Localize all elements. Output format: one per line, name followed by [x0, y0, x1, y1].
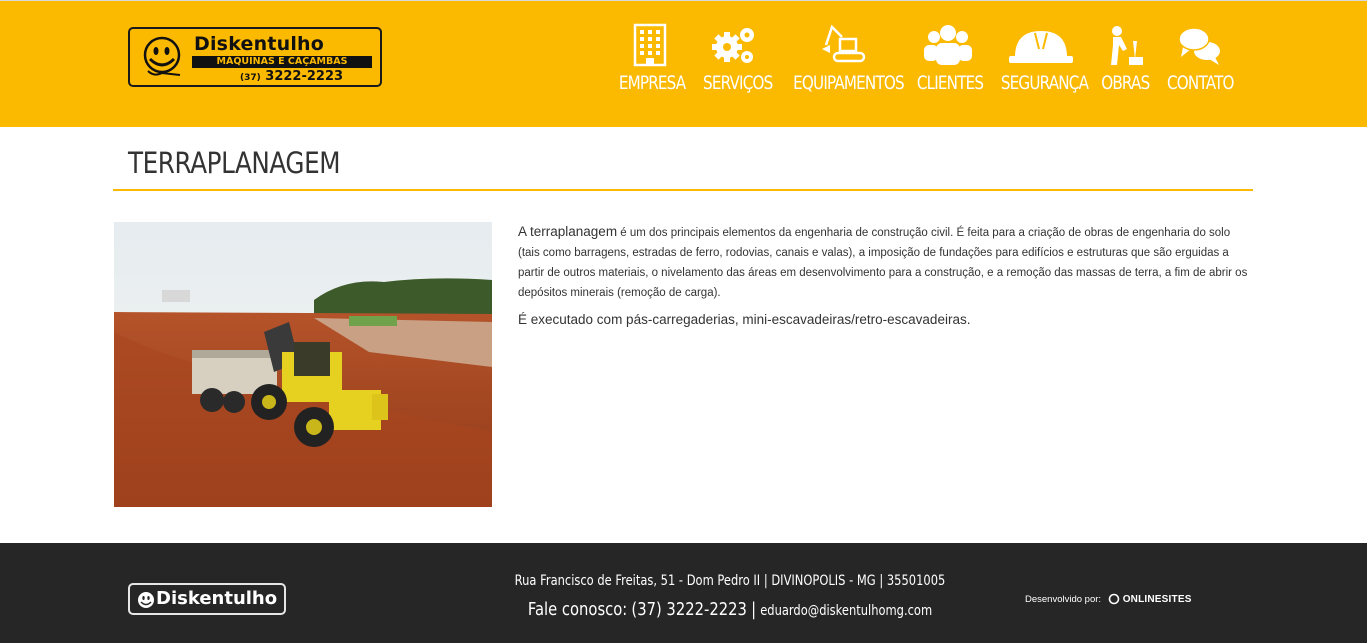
logo-phone-area: (37): [240, 73, 261, 83]
worker-icon: [1111, 26, 1143, 65]
logo-phone: (37) 3222-2223: [240, 69, 343, 84]
logo-tagline: MÁQUINAS E CAÇAMBAS: [192, 56, 372, 68]
site-header: Diskentulho MÁQUINAS E CAÇAMBAS (37) 322…: [0, 0, 1367, 127]
nav-item-contato[interactable]: CONTATO: [1160, 23, 1238, 103]
nav-item-clientes[interactable]: CLIENTES: [910, 23, 986, 103]
nav-item-empresa[interactable]: EMPRESA: [612, 23, 688, 103]
footer-address: Rua Francisco de Freitas, 51 - Dom Pedro…: [514, 573, 946, 589]
nav-label-obras: OBRAS: [1101, 73, 1150, 94]
nav-label-empresa: EMPRESA: [618, 73, 686, 94]
chat-icon: [1178, 27, 1220, 65]
paragraph-equipment: É executado com pás-carregaderias, mini-…: [518, 312, 971, 327]
footer-email-link[interactable]: eduardo@diskentulhomg.com: [760, 603, 932, 619]
footer-contact-label: Fale conosco:: [527, 599, 628, 620]
nav-item-seguranca[interactable]: SEGURANÇA: [992, 23, 1090, 103]
smiley-mascot-icon: [143, 36, 181, 76]
developed-by-label: Desenvolvido por:: [1025, 594, 1102, 605]
nav-label-servicos: SERVIÇOS: [703, 73, 773, 94]
paragraph-intro-text: é um dos principais elementos da engenha…: [518, 227, 1248, 299]
developer-credit[interactable]: Desenvolvido por: ONLINESITES: [1025, 593, 1192, 605]
nav-item-equipamentos[interactable]: EQUIPAMENTOS: [782, 23, 906, 103]
logo-brand-name: Diskentulho: [194, 33, 325, 55]
page-title: TERRAPLANAGEM: [128, 146, 341, 180]
title-divider: [113, 189, 1253, 191]
paragraph-intro: A terraplanagem é um dos principais elem…: [518, 222, 1254, 303]
nav-label-clientes: CLIENTES: [916, 73, 984, 94]
nav-label-equipamentos: EQUIPAMENTOS: [793, 73, 905, 94]
nav-item-obras[interactable]: OBRAS: [1096, 23, 1154, 103]
paragraph-intro-lead: A terraplanagem: [518, 224, 618, 239]
site-logo[interactable]: Diskentulho MÁQUINAS E CAÇAMBAS (37) 322…: [128, 27, 382, 87]
logo-phone-number: 3222-2223: [265, 69, 344, 84]
nav-item-servicos[interactable]: SERVIÇOS: [696, 23, 774, 103]
users-icon: [924, 25, 972, 65]
terraplanagem-photo: [114, 222, 492, 507]
onlinesites-logo-icon: [1108, 593, 1119, 605]
footer-phone[interactable]: (37) 3222-2223: [631, 599, 746, 620]
site-footer: Diskentulho Rua Francisco de Freitas, 51…: [0, 543, 1367, 643]
footer-logo-text: Diskentulho: [156, 588, 278, 609]
nav-label-contato: CONTATO: [1167, 73, 1234, 94]
building-icon: [633, 23, 667, 67]
footer-logo[interactable]: Diskentulho: [128, 583, 286, 615]
footer-contact: Fale conosco: (37) 3222-2223 | eduardo@d…: [484, 599, 976, 620]
developer-name: ONLINESITES: [1122, 594, 1192, 605]
page-content: A terraplanagem é um dos principais elem…: [518, 222, 1254, 337]
hardhat-icon: [1009, 31, 1073, 63]
excavator-icon: [822, 24, 866, 63]
footer-separator: |: [751, 599, 757, 620]
gears-icon: [712, 28, 754, 63]
nav-label-seguranca: SEGURANÇA: [1000, 73, 1089, 94]
smiley-mascot-icon: [138, 592, 154, 608]
